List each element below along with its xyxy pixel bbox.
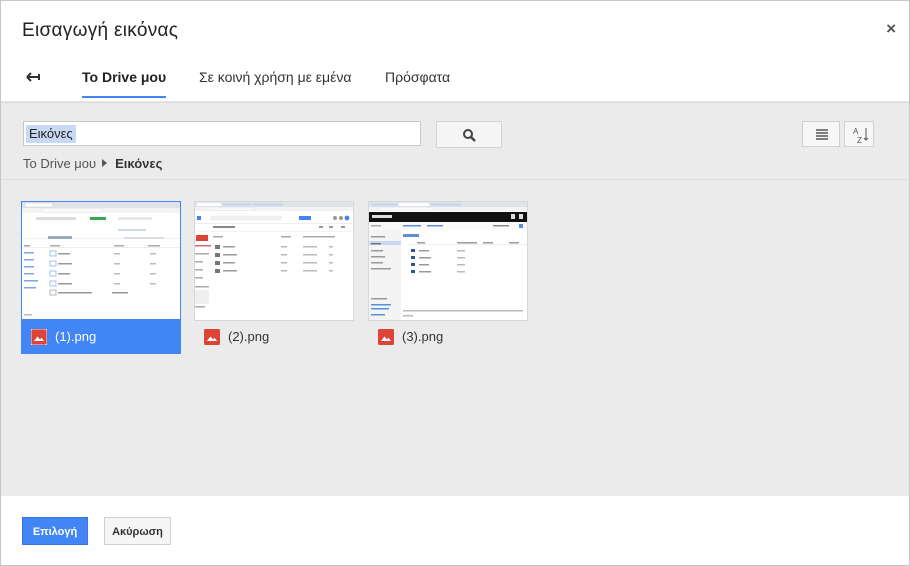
file-tile[interactable]: (2).png	[194, 201, 354, 355]
file-tile[interactable]: (3).png	[368, 201, 528, 355]
search-input-value[interactable]: Εικόνες	[26, 125, 76, 143]
dialog-footer: Επιλογή Ακύρωση	[1, 496, 909, 565]
breadcrumb-root[interactable]: Το Drive μου	[23, 156, 96, 171]
breadcrumb-current: Εικόνες	[115, 156, 163, 171]
file-name: (1).png	[55, 329, 97, 344]
file-tile[interactable]: (1).png	[21, 201, 181, 355]
search-button[interactable]	[436, 121, 502, 148]
breadcrumb-separator-icon	[102, 159, 108, 167]
image-file-icon	[204, 329, 220, 345]
search-input[interactable]: Εικόνες	[23, 121, 421, 146]
file-name: (3).png	[402, 329, 444, 344]
file-label[interactable]: (1).png	[21, 319, 181, 354]
cancel-button[interactable]: Ακύρωση	[104, 517, 171, 545]
insert-image-dialog: Εισαγωγή εικόνας × Το Drive μου Σε κοινή…	[0, 0, 910, 566]
image-file-icon	[31, 329, 47, 345]
svg-text:Z: Z	[857, 136, 862, 145]
image-file-icon	[378, 329, 394, 345]
search-icon	[463, 129, 476, 142]
file-browser: Εικόνες A Z Το Drive μου Εικόνες (1).png…	[1, 102, 909, 497]
file-name: (2).png	[228, 329, 270, 344]
close-icon[interactable]: ×	[886, 19, 896, 39]
sort-button[interactable]: A Z	[844, 121, 874, 147]
tab-my-drive[interactable]: Το Drive μου	[82, 69, 167, 98]
list-view-icon	[816, 129, 828, 140]
tab-recent[interactable]: Πρόσφατα	[385, 69, 450, 96]
select-button[interactable]: Επιλογή	[22, 517, 88, 545]
dialog-title: Εισαγωγή εικόνας	[22, 20, 179, 41]
tab-shared-with-me[interactable]: Σε κοινή χρήση με εμένα	[199, 69, 351, 96]
file-label[interactable]: (3).png	[368, 319, 528, 354]
file-thumbnail	[194, 201, 354, 321]
list-view-button[interactable]	[802, 121, 840, 147]
divider	[1, 179, 909, 180]
svg-text:A: A	[853, 127, 859, 136]
breadcrumb: Το Drive μου Εικόνες	[23, 156, 162, 171]
file-label[interactable]: (2).png	[194, 319, 354, 354]
file-thumbnail	[368, 201, 528, 321]
file-thumbnail	[21, 201, 181, 321]
sort-az-icon: A Z	[853, 127, 869, 145]
back-arrow-icon[interactable]	[24, 69, 42, 85]
tab-bar: Το Drive μου Σε κοινή χρήση με εμένα Πρό…	[1, 61, 909, 102]
